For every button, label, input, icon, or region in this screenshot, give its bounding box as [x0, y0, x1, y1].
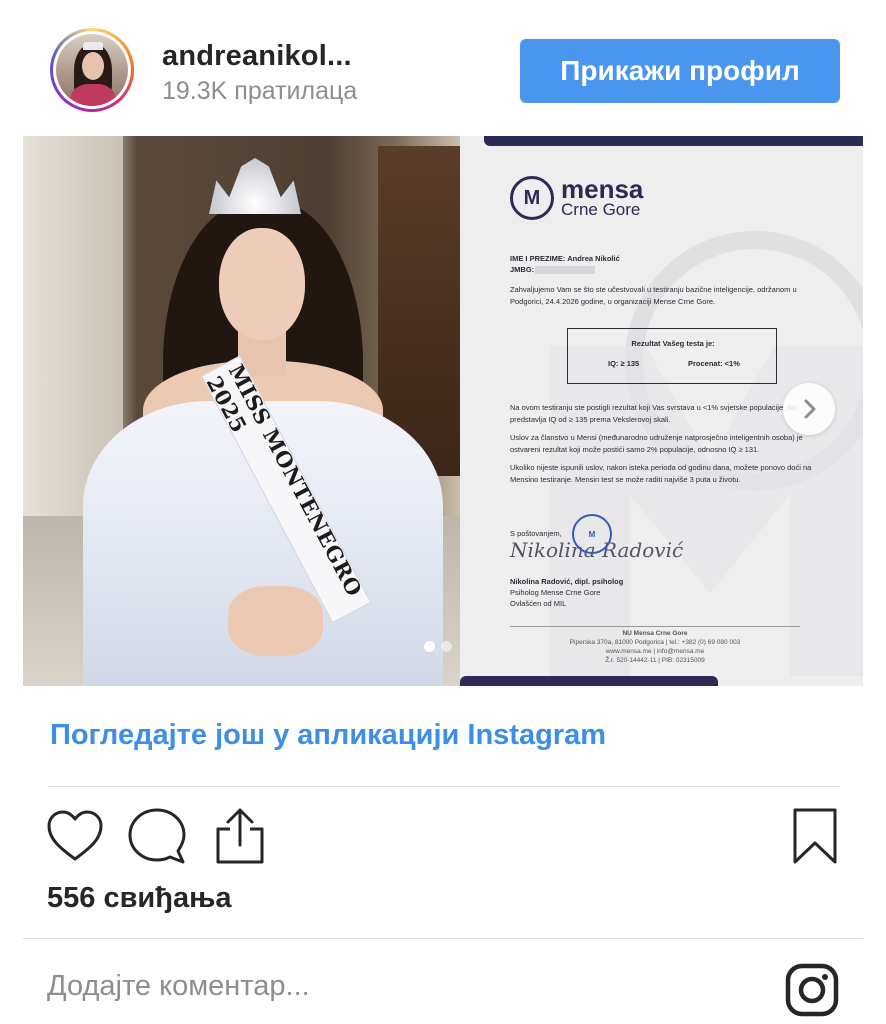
- save-button[interactable]: [784, 805, 846, 867]
- carousel-indicator: [424, 641, 452, 652]
- result-percent: Procenat: <1%: [688, 359, 740, 368]
- add-comment-field[interactable]: Додајте коментар...: [47, 970, 310, 1003]
- comment-button[interactable]: [126, 805, 188, 867]
- share-icon: [216, 808, 264, 864]
- heart-icon: [47, 810, 103, 861]
- like-count[interactable]: 556 свиђања: [47, 882, 231, 915]
- retest-paragraph: Ukoliko nijeste ispunili uslov, nakon is…: [510, 463, 812, 484]
- bookmark-icon: [793, 808, 837, 864]
- membership-paragraph: Uslov za članstvo u Mensi (međunarodno u…: [510, 433, 803, 454]
- intro-text: Zahvaljujemo Vam se što ste učestvovali …: [510, 285, 797, 306]
- like-button[interactable]: [44, 805, 106, 867]
- post-header: andreanikol... 19.3K пратилаца Прикажи п…: [0, 0, 886, 135]
- divider: [48, 786, 840, 787]
- post-photo: MISS MONTENEGRO 2025: [23, 136, 460, 686]
- divider: [23, 938, 863, 939]
- username[interactable]: andreanikol...: [162, 40, 352, 73]
- stamp-icon: M: [572, 514, 612, 554]
- result-iq: IQ: ≥ 135: [608, 359, 640, 368]
- action-bar: [44, 805, 844, 867]
- crown-graphic: [209, 158, 301, 214]
- share-button[interactable]: [209, 805, 271, 867]
- chevron-right-icon: [804, 399, 816, 419]
- result-title: Rezultat Vašeg testa je:: [631, 339, 715, 348]
- footer-web: www.mensa.me | info@mensa.me: [605, 648, 705, 655]
- footer-ids: Ž.r. 520-14442-11 | PIB: 02315009: [605, 657, 705, 664]
- jmbg-line: JMBG:: [510, 265, 535, 274]
- mensa-logo-icon: M: [510, 176, 554, 220]
- redacted-field: [535, 266, 595, 274]
- footer-address: Piperska 370a, 81000 Podgorica | tel.: +…: [569, 639, 741, 646]
- logo-subtitle: Crne Gore: [561, 200, 641, 219]
- view-profile-button[interactable]: Прикажи профил: [520, 39, 840, 103]
- follower-count: 19.3K пратилаца: [162, 77, 358, 105]
- carousel-next-button[interactable]: [783, 383, 835, 435]
- carousel-dot-2: [441, 641, 452, 652]
- footer-org: NU Mensa Crne Gore: [622, 630, 688, 637]
- result-paragraph: Na ovom testiranju ste postigli rezultat…: [510, 403, 798, 424]
- instagram-icon[interactable]: [785, 963, 839, 1017]
- result-box: Rezultat Vašeg testa je: IQ: ≥ 135 Proce…: [567, 328, 777, 384]
- signer-authorization: Ovlašćen od MIL: [510, 599, 567, 608]
- carousel-dot-1: [424, 641, 435, 652]
- post-media-carousel[interactable]: MISS MONTENEGRO 2025 M mensa Crne Gore I…: [23, 136, 863, 686]
- comment-icon: [128, 808, 186, 864]
- open-in-app-link[interactable]: Погледајте још у апликацији Instagram: [50, 719, 606, 752]
- avatar[interactable]: [50, 28, 134, 112]
